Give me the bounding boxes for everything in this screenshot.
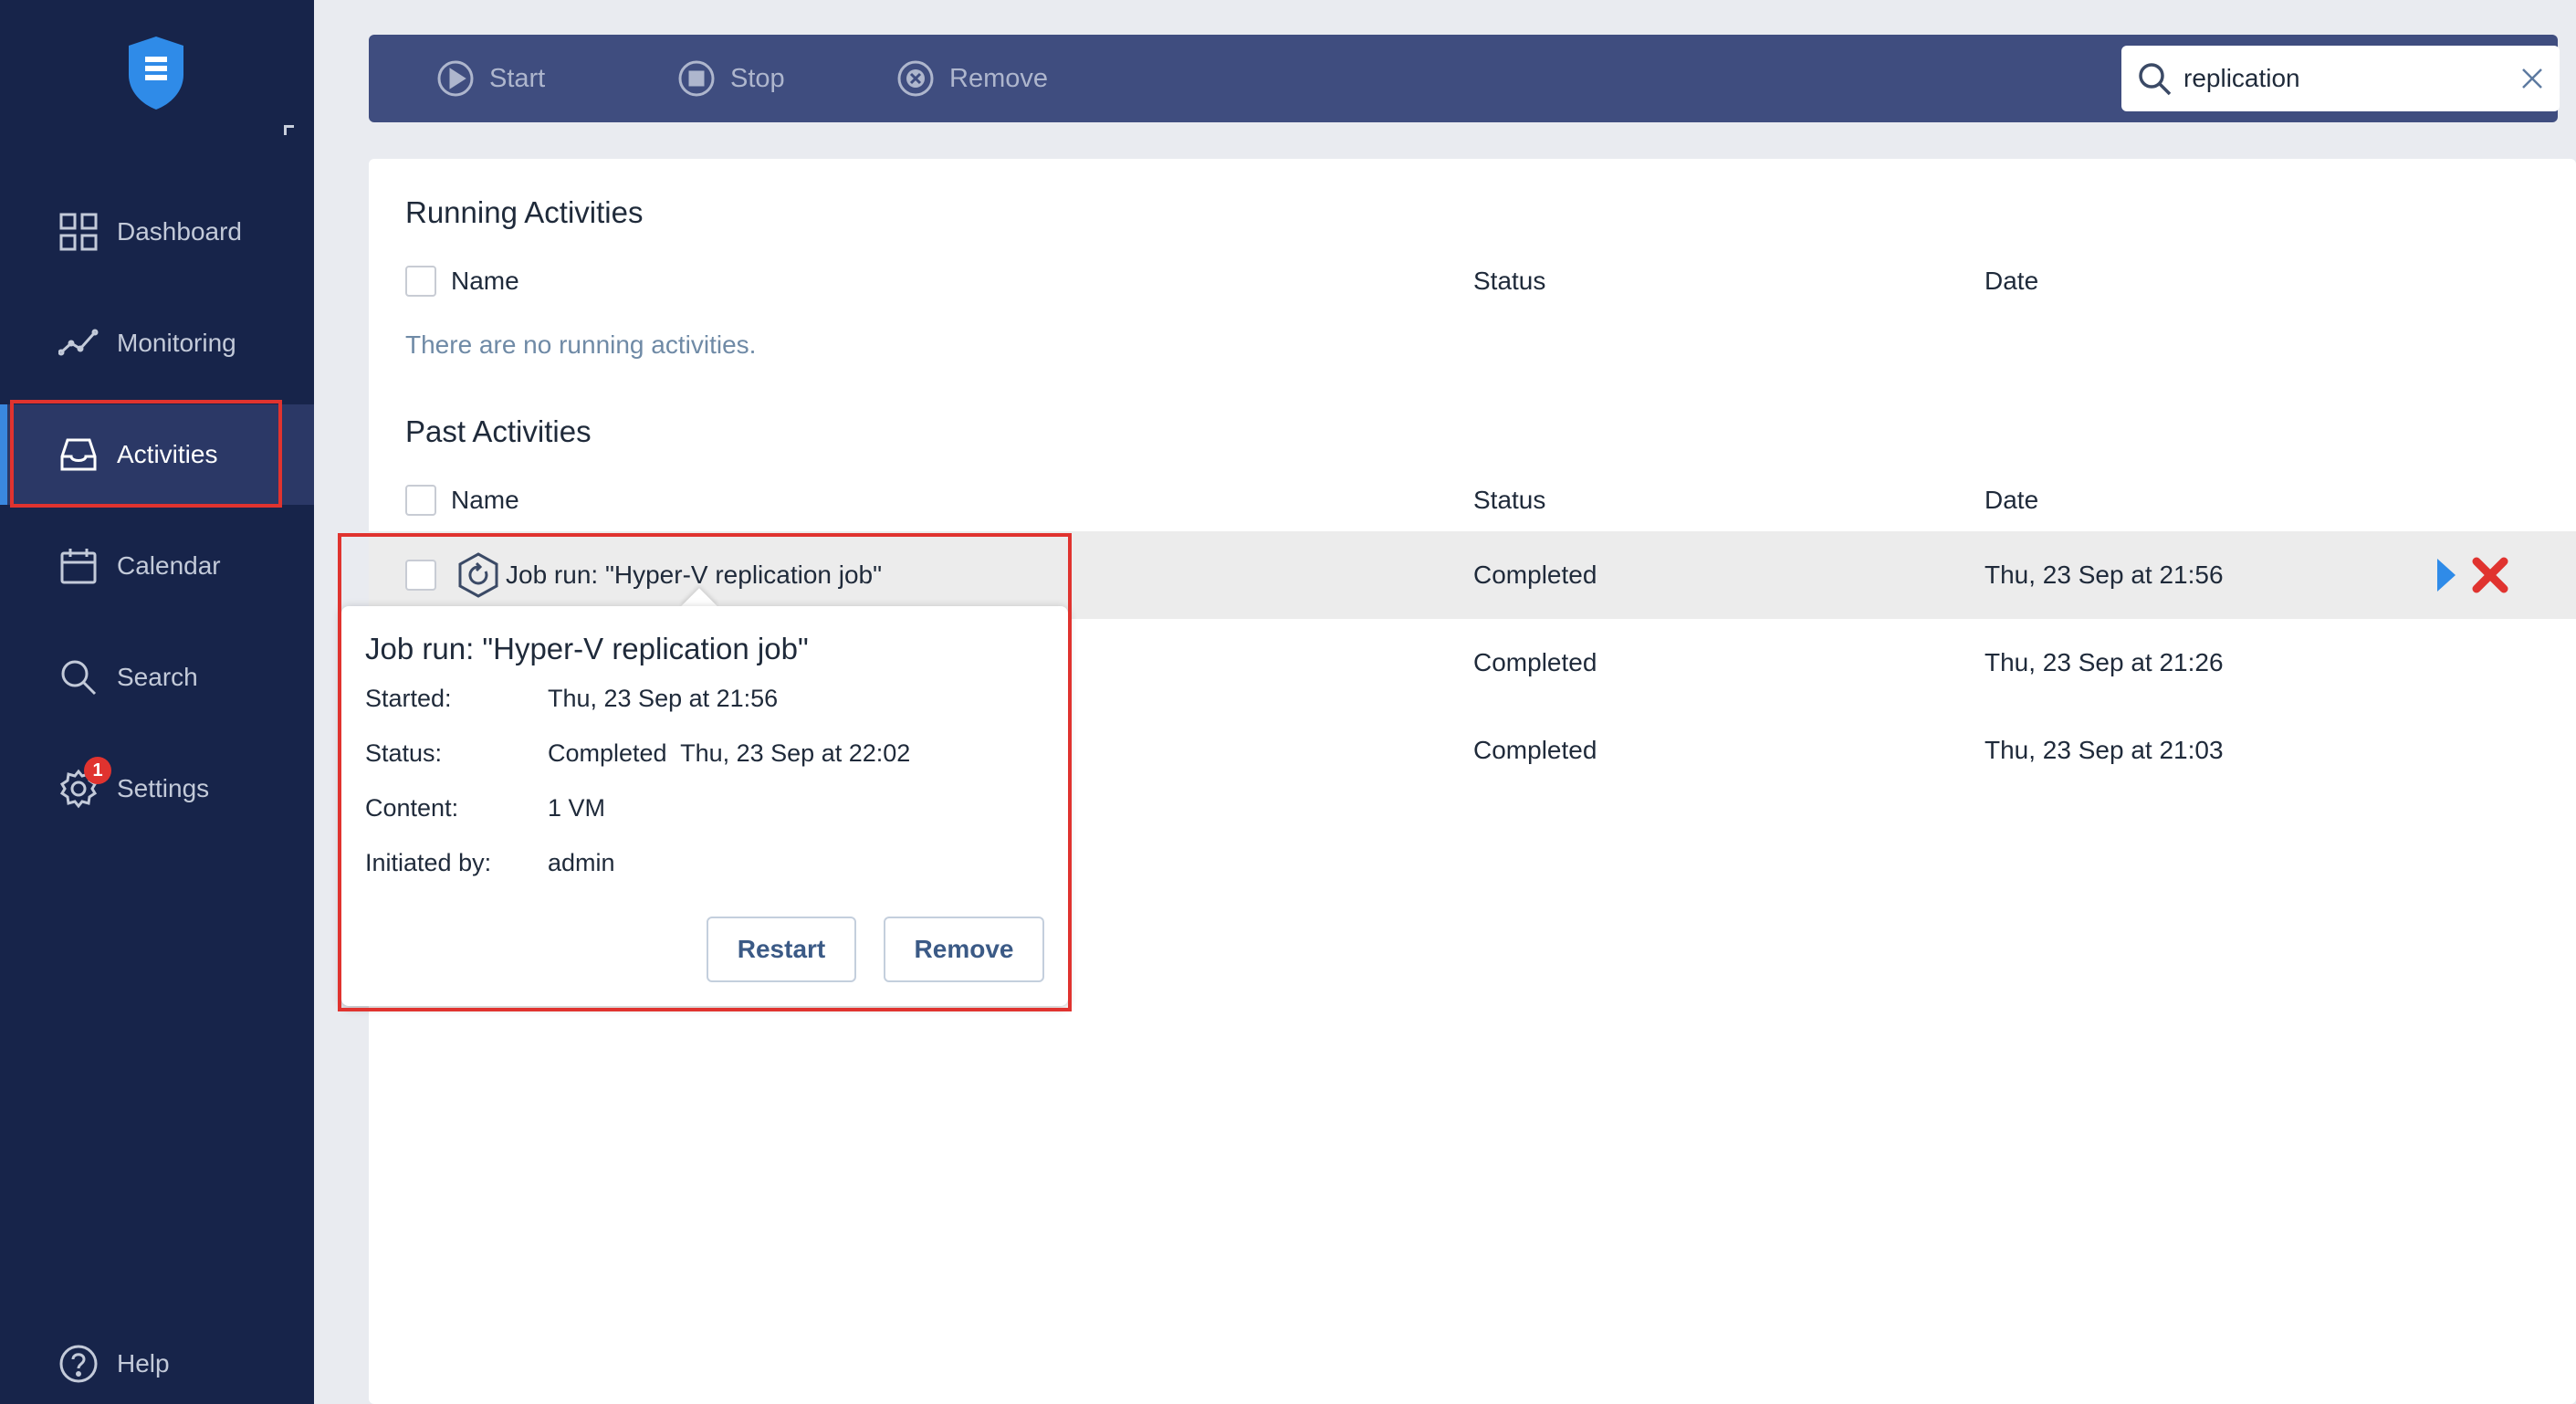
start-button[interactable]: Start	[436, 35, 545, 122]
search-box	[2121, 46, 2560, 111]
running-activities-title: Running Activities	[405, 195, 644, 229]
delete-x-icon[interactable]	[2470, 555, 2510, 595]
remove-circle-icon	[897, 60, 934, 97]
start-label: Start	[489, 63, 546, 93]
active-item-highlight	[10, 400, 282, 508]
row-date: Thu, 23 Sep at 21:26	[1984, 648, 2224, 676]
calendar-icon	[60, 549, 97, 584]
past-col-date: Date	[1984, 486, 2039, 514]
sidebar-item-calendar[interactable]: Calendar	[0, 516, 314, 616]
remove-button[interactable]: Remove	[896, 35, 1048, 122]
row-status: Completed	[1473, 561, 1597, 589]
sidebar-item-label: Calendar	[117, 551, 221, 580]
sidebar-item-settings[interactable]: 1 Settings	[0, 739, 314, 839]
sidebar-item-search[interactable]: Search	[0, 627, 314, 728]
sidebar-item-monitoring[interactable]: Monitoring	[0, 293, 314, 393]
running-select-all-checkbox[interactable]	[405, 266, 436, 297]
search-input[interactable]	[2183, 58, 2485, 99]
row-status: Completed	[1473, 736, 1597, 764]
play-icon[interactable]	[2434, 557, 2457, 593]
past-col-status: Status	[1473, 486, 1546, 514]
sidebar-item-help[interactable]: Help	[0, 1314, 314, 1404]
row-and-popup-highlight	[338, 533, 1072, 1011]
sidebar-item-label: Search	[117, 663, 198, 691]
row-status: Completed	[1473, 648, 1597, 676]
running-col-status: Status	[1473, 267, 1546, 295]
row-date: Thu, 23 Sep at 21:56	[1984, 561, 2224, 589]
sidebar-item-label: Dashboard	[117, 217, 242, 246]
past-activities-title: Past Activities	[405, 414, 592, 448]
running-col-date: Date	[1984, 267, 2039, 295]
help-icon	[59, 1345, 98, 1383]
play-circle-icon	[437, 60, 474, 97]
stop-circle-icon	[678, 60, 715, 97]
collapse-sidebar-icon[interactable]	[284, 125, 294, 135]
running-col-name: Name	[451, 267, 519, 295]
clear-search-icon[interactable]	[2519, 66, 2545, 91]
sidebar-item-label: Monitoring	[117, 329, 236, 357]
sidebar: Dashboard Monitoring Activities Calendar…	[0, 0, 314, 1404]
search-icon	[2139, 63, 2172, 96]
sidebar-item-label: Settings	[117, 774, 210, 802]
notification-badge: 1	[84, 757, 111, 784]
grid-icon	[59, 213, 98, 251]
stop-label: Stop	[730, 63, 785, 93]
sidebar-item-dashboard[interactable]: Dashboard	[0, 182, 314, 282]
sidebar-item-label: Help	[117, 1349, 170, 1378]
past-col-name: Name	[451, 486, 519, 514]
no-running-activities-message: There are no running activities.	[405, 330, 757, 359]
app-logo-shield-icon[interactable]	[125, 35, 187, 111]
chart-line-icon	[58, 329, 99, 356]
past-select-all-checkbox[interactable]	[405, 485, 436, 516]
search-icon	[61, 660, 97, 696]
row-date: Thu, 23 Sep at 21:03	[1984, 736, 2224, 764]
remove-label: Remove	[949, 63, 1048, 93]
stop-button[interactable]: Stop	[677, 35, 785, 122]
